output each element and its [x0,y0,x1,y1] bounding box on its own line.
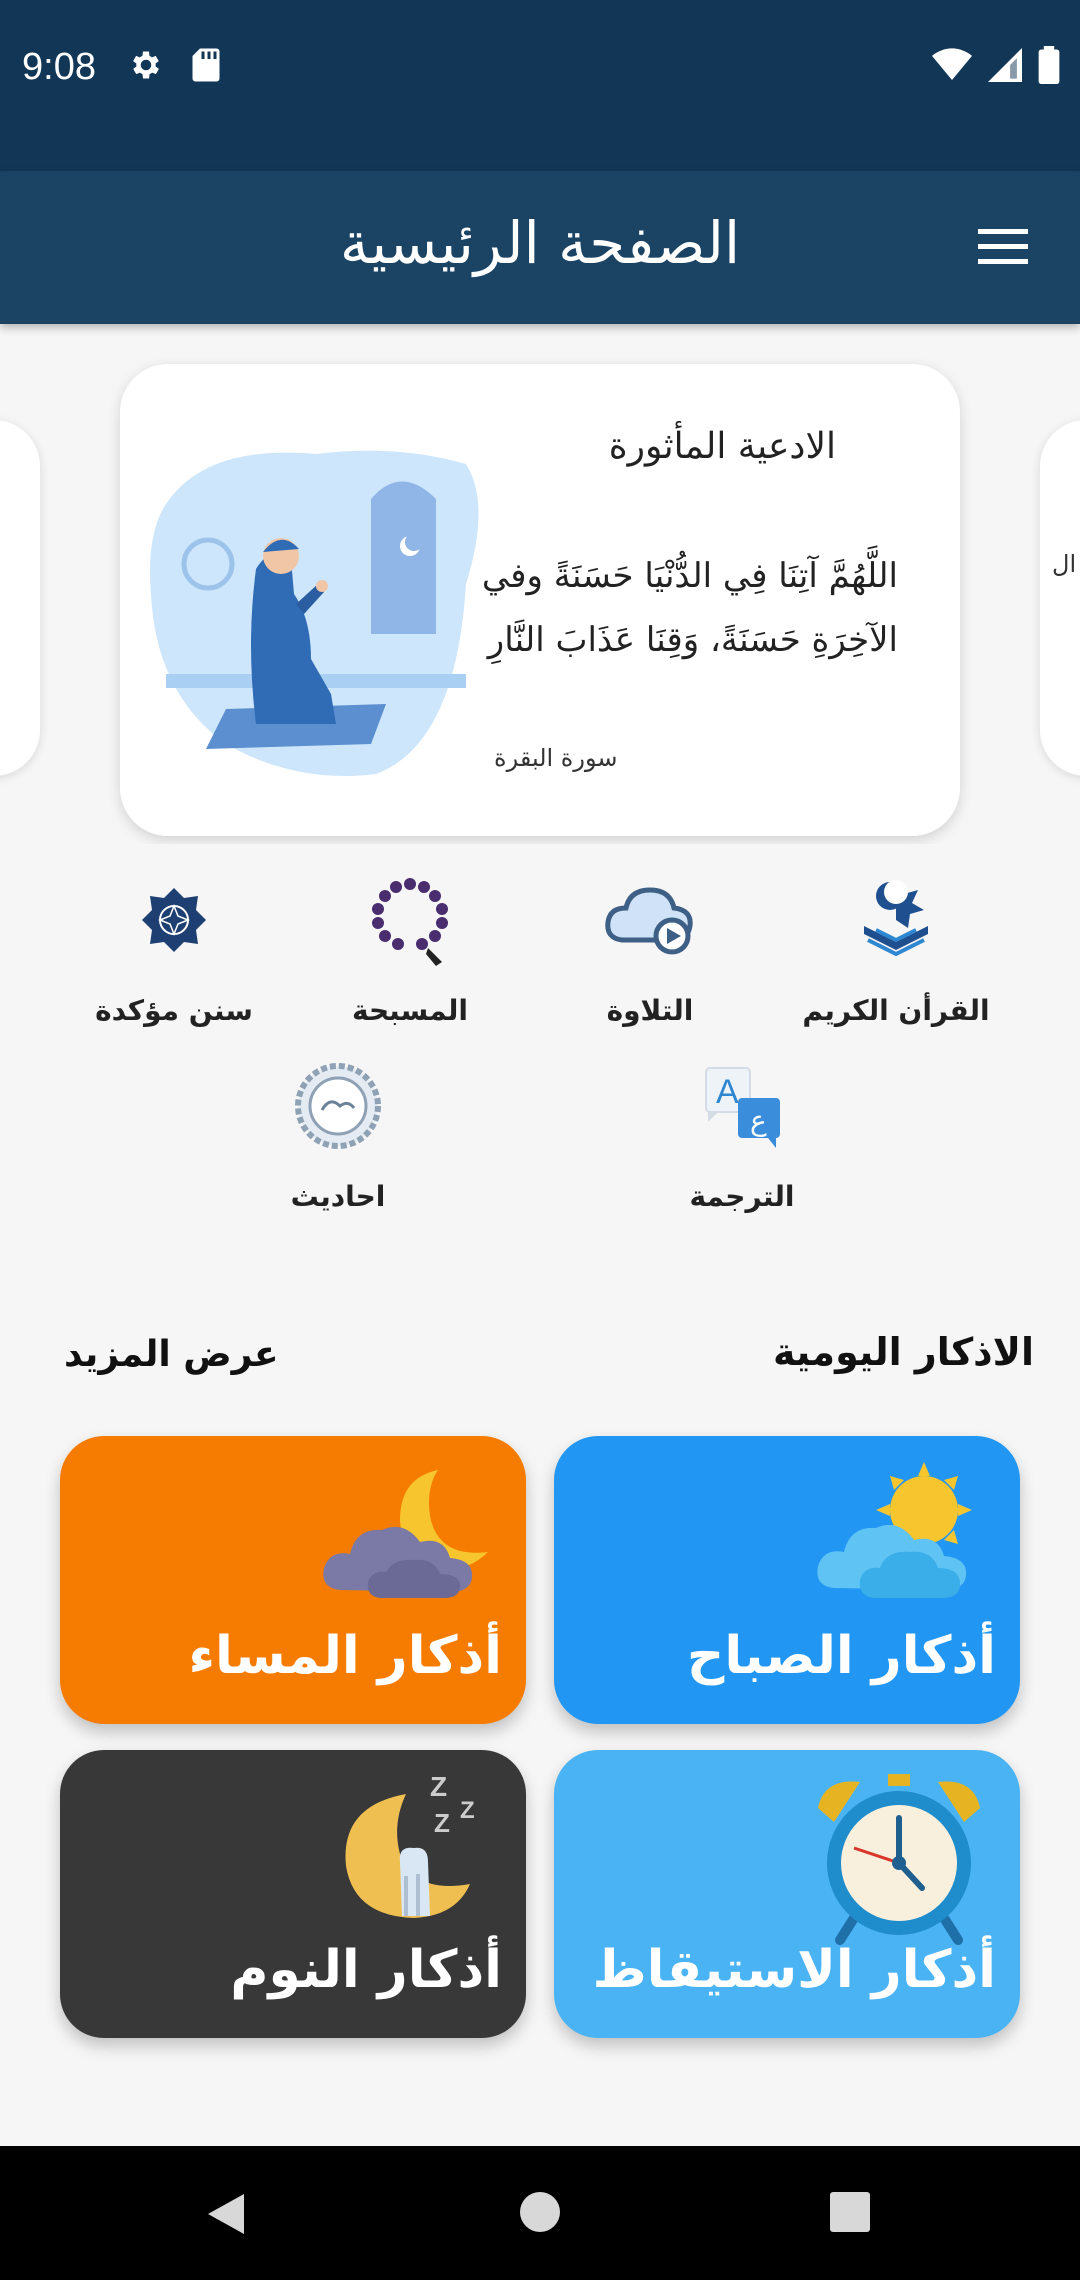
show-more-link[interactable]: عرض المزيد [64,1334,279,1375]
svg-text:A: A [716,1073,739,1111]
system-navigation-bar [0,2146,1080,2280]
feature-tilawa[interactable]: التلاوة [540,870,760,1027]
feature-label: سنن مؤكدة [95,994,253,1027]
praying-man-illustration [150,450,479,776]
dua-card-title: الادعية المأثورة [608,426,836,467]
wifi-icon [932,48,972,80]
alarm-clock-icon [818,1774,980,1945]
feature-misbaha[interactable]: المسبحة [300,870,520,1027]
feature-translation[interactable]: A ع الترجمة [632,1056,852,1213]
morning-adhkar-tile[interactable]: أذكار الصباح [554,1436,1020,1724]
wakeup-adhkar-tile[interactable]: أذكار الاستيقاظ [554,1750,1020,2038]
sleep-moon-icon: Z Z Z [345,1771,475,1918]
daily-adhkar-title: الاذكار اليومية [772,1330,1034,1374]
carousel-card-prev[interactable] [0,420,40,776]
recents-icon[interactable] [828,2190,872,2234]
sun-cloud-icon [817,1462,972,1598]
feature-sunan[interactable]: سنن مؤكدة [64,870,284,1027]
hamburger-menu-icon[interactable] [974,227,1032,267]
settings-gear-icon [133,51,159,79]
evening-adhkar-tile[interactable]: أذكار المساء [60,1436,526,1724]
translate-icon: A ع [705,1067,780,1148]
dua-text: اللَّهُمَّ آتِنَا فِي الدُّنْيَا حَسَنَة… [481,556,898,660]
home-icon[interactable] [518,2190,562,2234]
app-bar: الصفحة الرئيسية [0,171,1080,324]
feature-label: التلاوة [606,994,694,1027]
quran-icon [864,880,928,957]
svg-text:ع: ع [750,1104,767,1137]
page-title: الصفحة الرئيسية [339,209,741,277]
moon-cloud-icon [323,1470,488,1598]
back-icon[interactable] [204,2190,248,2238]
peek-card-text: ال [1052,550,1077,578]
status-bar: 9:08 [0,0,1080,171]
tile-label: أذكار المساء [188,1626,502,1686]
svg-text:Z: Z [460,1797,475,1824]
cell-signal-icon [988,48,1022,82]
feature-label: الترجمة [689,1180,795,1213]
dua-carousel[interactable]: ال الادعية المأثورة اللَّهُمَّ آتِنَا فِ… [0,324,1080,844]
feature-hadith[interactable]: احاديث [228,1056,448,1213]
status-time: 9:08 [22,46,96,88]
prayer-beads-icon [372,878,448,966]
dua-card[interactable]: الادعية المأثورة اللَّهُمَّ آتِنَا فِي ا… [120,364,960,836]
dua-source: سورة البقرة [494,744,618,772]
feature-label: احاديث [290,1180,386,1213]
svg-text:Z: Z [430,1771,447,1802]
feature-label: المسبحة [352,994,468,1027]
battery-icon [1038,46,1060,84]
sd-card-icon [192,48,220,82]
tile-label: أذكار الصباح [686,1626,996,1686]
tile-label: أذكار الاستيقاظ [592,1940,996,2000]
cloud-play-icon [605,887,693,955]
carousel-card-next[interactable]: ال [1040,420,1080,776]
sleep-adhkar-tile[interactable]: Z Z Z أذكار النوم [60,1750,526,2038]
hadith-seal-icon [295,1063,381,1149]
feature-quran[interactable]: القرأن الكريم [786,870,1006,1027]
tile-label: أذكار النوم [230,1940,502,2000]
feature-label: القرأن الكريم [802,994,990,1027]
star-emblem-icon [142,888,206,952]
svg-text:Z: Z [434,1808,450,1838]
